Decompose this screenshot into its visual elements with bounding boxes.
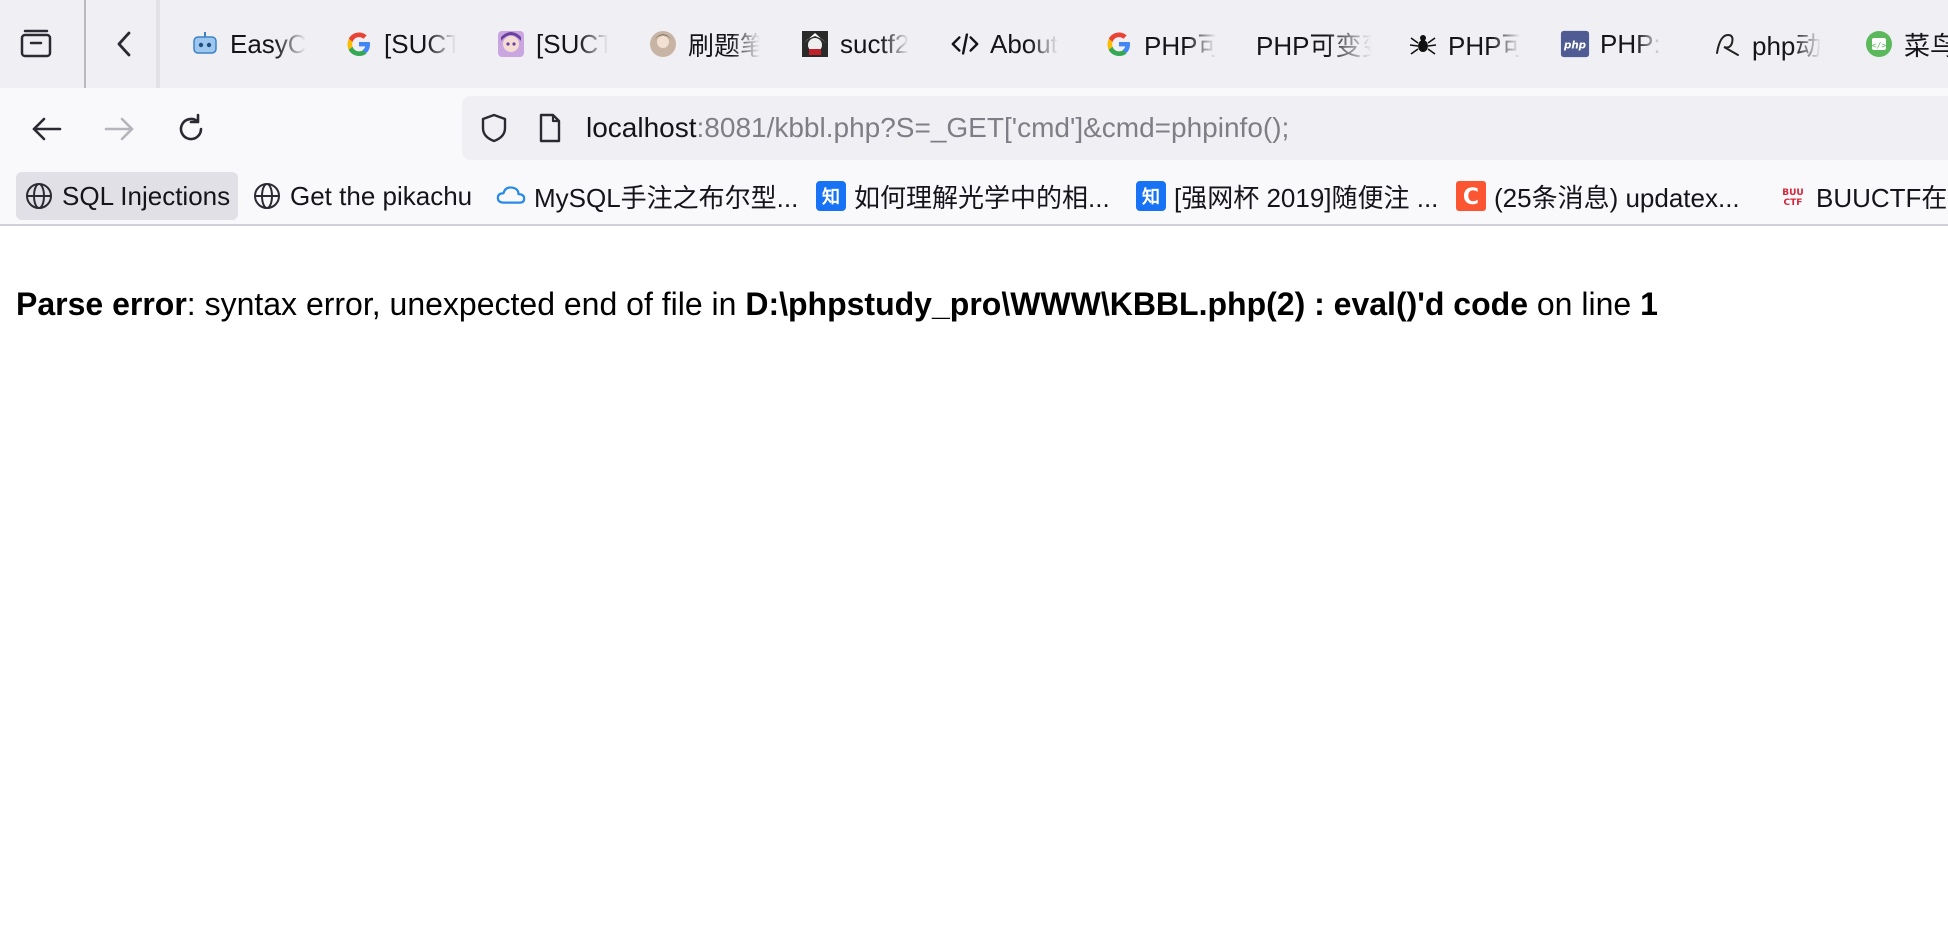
error-type: Parse error <box>16 286 187 322</box>
shield-icon <box>481 113 507 143</box>
tab-strip: EasyC [SUCT [SUCT 刷题笔 suctf2 About PHP可 … <box>0 0 1948 88</box>
tab-suctf2[interactable]: suctf2 <box>800 22 912 66</box>
zhihu-icon: 知 <box>816 181 846 211</box>
tracking-protection-button[interactable] <box>476 110 512 146</box>
svg-text:知: 知 <box>822 186 840 208</box>
url-bar[interactable]: localhost:8081/kbbl.php?S=_GET['cmd']&cm… <box>462 96 1948 160</box>
svg-text:</>: </> <box>1872 41 1887 50</box>
url-host: localhost <box>586 112 697 143</box>
tab-title: PHP: <box>1600 28 1661 59</box>
tab-title: [SUCT <box>536 28 608 59</box>
bookmark-qiangwangbei[interactable]: 知 [强网杯 2019]随便注 ... <box>1128 172 1446 220</box>
bookmark-get-the-pikachu[interactable]: Get the pikachu <box>244 172 480 220</box>
tab-title: PHP可 <box>1448 30 1520 61</box>
bookmark-label: BUUCTF在线 <box>1816 182 1948 213</box>
bookmark-label: [强网杯 2019]随便注 ... <box>1174 182 1439 213</box>
bookmark-label: Get the pikachu <box>290 180 473 211</box>
buuctf-icon: BUU CTF <box>1778 181 1808 211</box>
url-path: :8081/kbbl.php?S=_GET['cmd']&cmd=phpinfo… <box>696 112 1290 143</box>
tab-runoob[interactable]: </> 菜鸟 <box>1864 22 1948 66</box>
error-on-line: on line <box>1527 286 1641 322</box>
bookmark-sql-injections[interactable]: SQL Injections <box>16 172 239 220</box>
tab-title: [SUCT <box>384 28 456 59</box>
runoob-icon: </> <box>1864 29 1894 59</box>
page-icon <box>539 113 561 143</box>
code-icon <box>950 29 980 59</box>
google-icon <box>344 29 374 59</box>
list-all-tabs-button[interactable] <box>16 26 56 62</box>
zhihu-icon: 知 <box>1136 181 1166 211</box>
tab-php-dong[interactable]: php动 <box>1712 22 1826 66</box>
error-text: : syntax error, unexpected end of file i… <box>186 286 746 322</box>
arrow-left-icon <box>32 117 62 141</box>
forward-button[interactable] <box>96 106 142 152</box>
bookmark-label: 如何理解光学中的相... <box>854 182 1110 213</box>
tab-title: About <box>990 28 1058 59</box>
reload-icon <box>179 113 203 141</box>
bookmark-label: MySQL手注之布尔型... <box>534 182 799 213</box>
tab-title: EasyC <box>230 28 306 59</box>
bookmark-buuctf[interactable]: BUUCTF BUUCTF在线 <box>1770 172 1948 220</box>
svg-text:php: php <box>1563 40 1586 52</box>
tab-title: suctf2 <box>840 28 910 59</box>
scroll-tabs-left-button[interactable] <box>104 24 144 64</box>
globe-icon <box>24 181 54 211</box>
tab-suctf-anime[interactable]: [SUCT <box>496 22 608 66</box>
error-file: D:\phpstudy_pro\WWW\KBBL.php(2) : eval()… <box>745 286 1528 322</box>
bookmark-label: (25条消息) updatex... <box>1494 182 1740 213</box>
svg-text:BUU: BUU <box>1782 188 1803 198</box>
tab-title: 刷题笔 <box>688 30 760 61</box>
bookmark-zhihu-optics[interactable]: 知 如何理解光学中的相... <box>808 172 1118 220</box>
php-error-message: Parse error: syntax error, unexpected en… <box>16 284 1658 324</box>
php-icon: php <box>1560 29 1590 59</box>
svg-text:知: 知 <box>1142 186 1160 208</box>
tab-shuati-biji[interactable]: 刷题笔 <box>648 22 760 66</box>
chevron-left-icon <box>117 31 131 57</box>
cloud-icon <box>496 181 526 211</box>
tab-php-spider[interactable]: PHP可 <box>1408 22 1520 66</box>
bookmark-mysql-boolean[interactable]: MySQL手注之布尔型... <box>488 172 806 220</box>
back-button[interactable] <box>24 106 70 152</box>
reload-button[interactable] <box>168 106 214 152</box>
bookmarks-toolbar: SQL Injections Get the pikachu MySQL手注之布… <box>0 170 1948 226</box>
url-text[interactable]: localhost:8081/kbbl.php?S=_GET['cmd']&cm… <box>586 110 1289 146</box>
tab-list-icon <box>20 29 52 58</box>
tabs-separator <box>156 0 160 88</box>
svg-text:CTF: CTF <box>1784 198 1803 208</box>
robot-icon <box>190 29 220 59</box>
avatar-icon <box>648 29 678 59</box>
tab-title: php动 <box>1752 30 1822 61</box>
google-icon <box>1104 29 1134 59</box>
tab-title: PHP可变变 <box>1256 30 1372 61</box>
tab-suctf-google[interactable]: [SUCT <box>344 22 456 66</box>
svg-text:C: C <box>1463 185 1479 210</box>
csdn-icon: C <box>1456 181 1486 211</box>
tab-php-manual[interactable]: php PHP: <box>1560 22 1670 66</box>
anime-avatar-icon <box>800 29 830 59</box>
tab-php-google[interactable]: PHP可 <box>1104 22 1216 66</box>
bookmark-csdn-updatexml[interactable]: C (25条消息) updatex... <box>1448 172 1748 220</box>
tab-php-kebianbian[interactable]: PHP可变变 <box>1256 22 1372 66</box>
tab-easyc[interactable]: EasyC <box>190 22 306 66</box>
page-content: Parse error: syntax error, unexpected en… <box>0 228 1948 936</box>
site-info-button[interactable] <box>532 110 568 146</box>
tab-about[interactable]: About <box>950 22 1066 66</box>
globe-icon <box>252 181 282 211</box>
spider-icon <box>1408 29 1438 59</box>
tab-title: PHP可 <box>1144 30 1216 61</box>
bookmark-label: SQL Injections <box>62 180 231 211</box>
logo-icon <box>1712 29 1742 59</box>
anime-avatar-icon <box>496 29 526 59</box>
error-line-number: 1 <box>1640 286 1658 322</box>
navigation-toolbar: localhost:8081/kbbl.php?S=_GET['cmd']&cm… <box>0 88 1948 170</box>
arrow-right-icon <box>104 117 134 141</box>
tab-title: 菜鸟 <box>1904 30 1948 61</box>
